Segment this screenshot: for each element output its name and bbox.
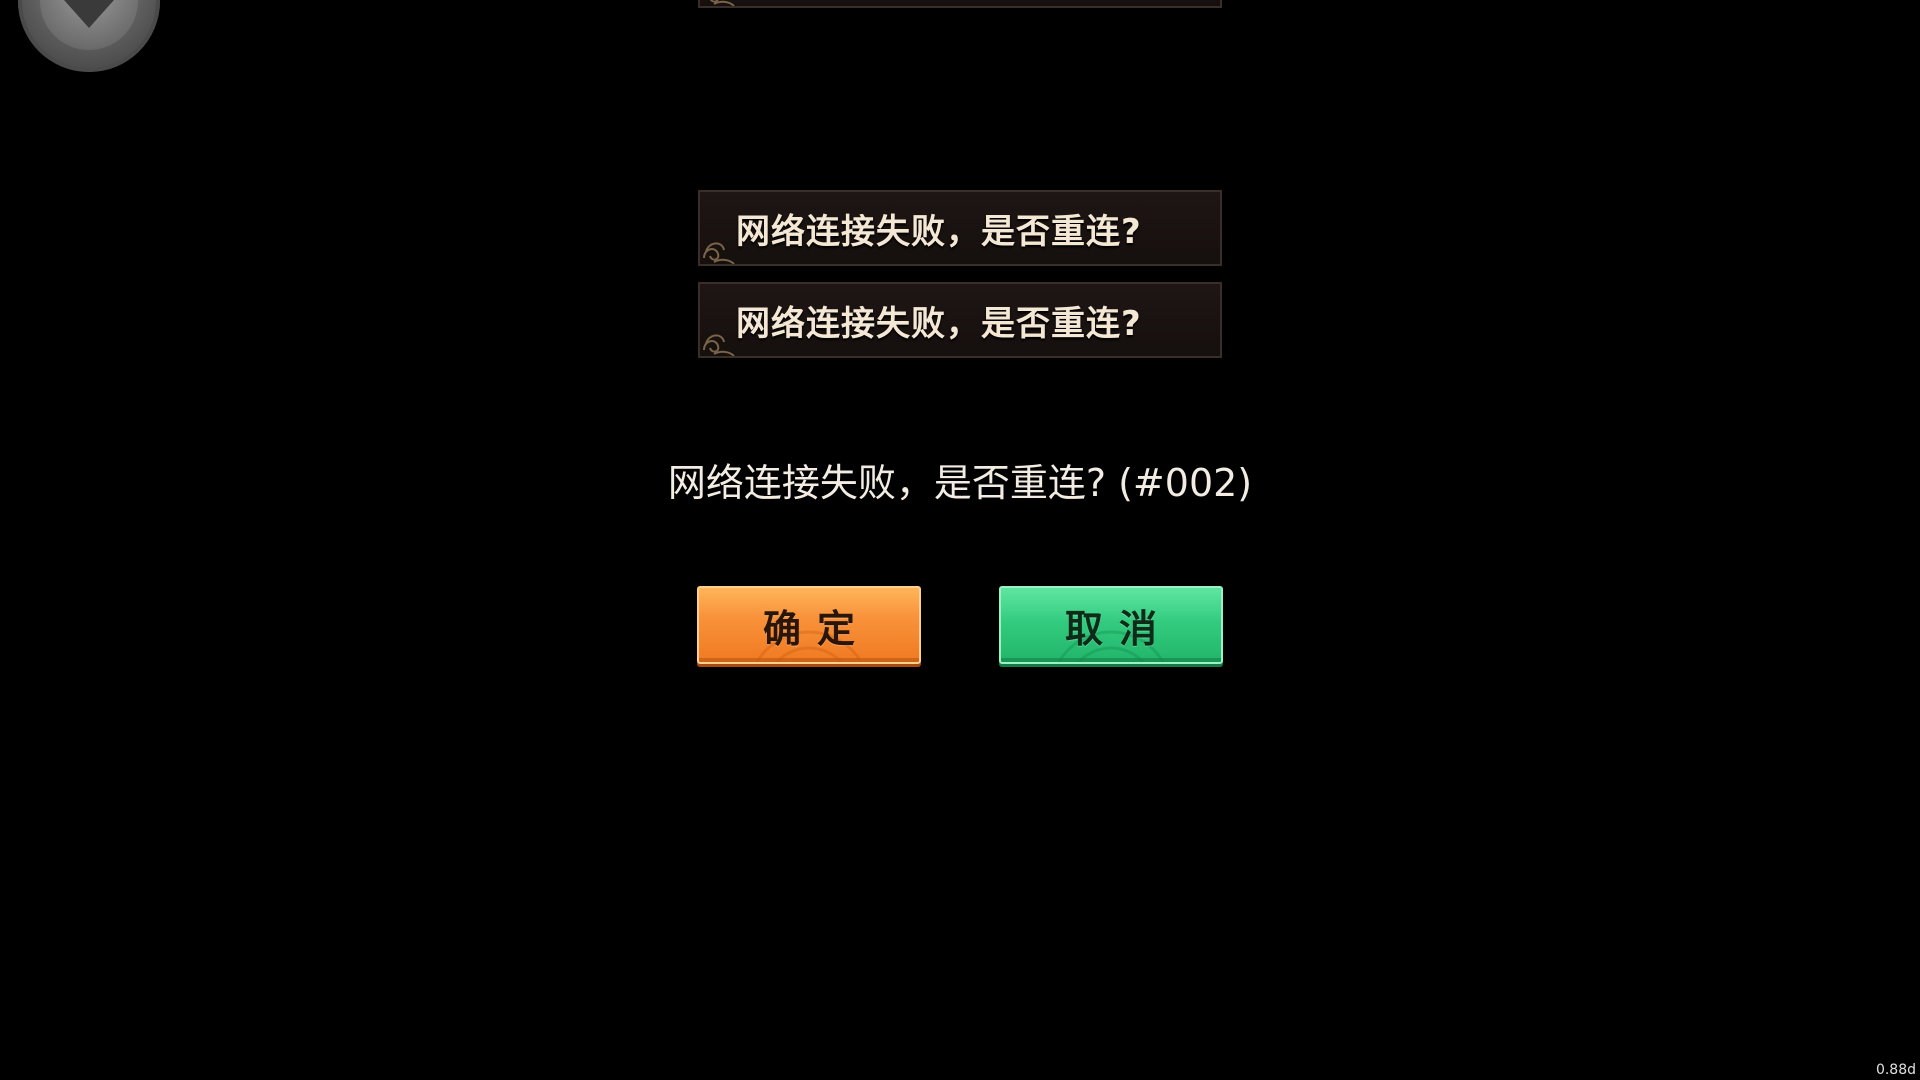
banner-text: 网络连接失败，是否重连? xyxy=(736,303,1142,344)
cancel-button-label: 取消 xyxy=(1064,606,1173,651)
notice-banner: 网络连接失败，是否重连? xyxy=(698,282,1222,358)
banner-text: 网络连接失败，是否重连? xyxy=(736,211,1142,252)
confirm-button[interactable]: 确定 xyxy=(697,586,921,664)
dialog-message: 网络连接失败，是否重连? (#002) xyxy=(667,461,1253,505)
cloud-swirl-icon xyxy=(703,334,735,356)
floating-menu-button[interactable] xyxy=(18,0,160,72)
game-screen: 网络连接失败，是否重连? 网络连接失败，是否重连? 网络连接失败，是否重连? (… xyxy=(0,0,1920,1080)
cancel-button[interactable]: 取消 xyxy=(999,586,1223,664)
confirm-button-label: 确定 xyxy=(762,606,871,651)
down-arrow-icon xyxy=(64,0,114,28)
version-label: 0.88d xyxy=(1875,1062,1916,1078)
cloud-swirl-icon xyxy=(704,0,735,6)
notice-banner-partial xyxy=(698,0,1222,8)
notice-banner: 网络连接失败，是否重连? xyxy=(698,190,1222,266)
cloud-swirl-icon xyxy=(703,242,735,264)
